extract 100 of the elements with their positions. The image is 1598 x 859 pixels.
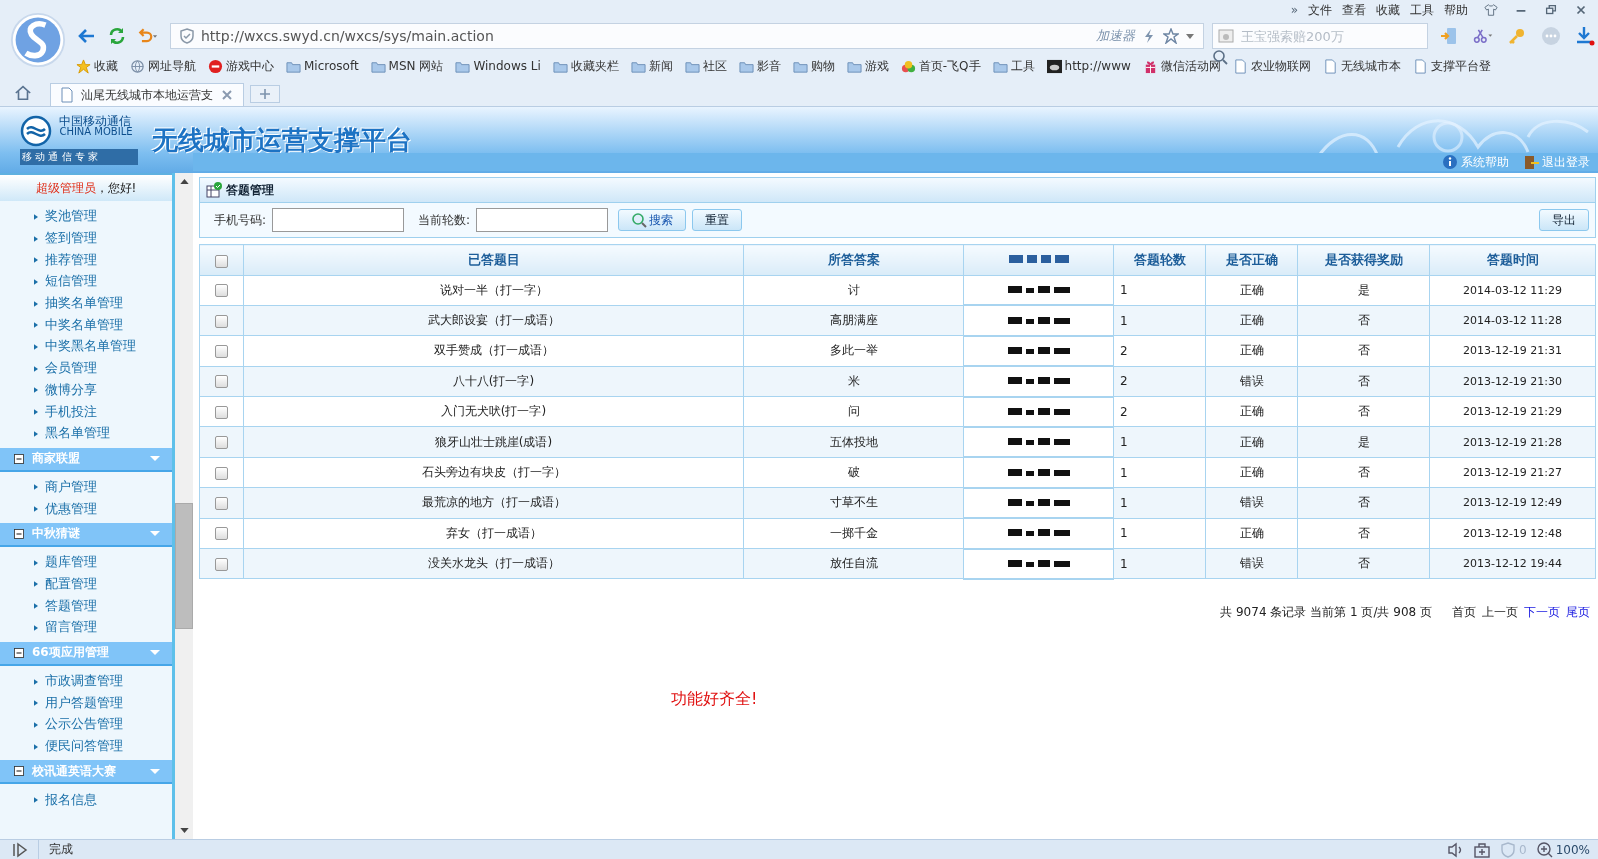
reset-button[interactable]: 重置 xyxy=(692,209,743,231)
more-button[interactable]: » xyxy=(1290,3,1298,17)
scroll-down-icon[interactable] xyxy=(179,828,189,833)
sidebar-toggle-icon[interactable] xyxy=(12,841,28,858)
checkbox[interactable] xyxy=(215,527,228,541)
pagination-link[interactable]: 尾页 xyxy=(1566,603,1590,621)
checkbox[interactable] xyxy=(215,466,228,480)
bookmark-item[interactable]: 游戏 xyxy=(846,57,889,75)
sidebar-item[interactable]: 奖池管理 xyxy=(0,206,172,228)
more-dots-icon[interactable] xyxy=(1541,26,1561,46)
note-text: 功能好齐全! xyxy=(671,688,758,708)
bookmark-item[interactable]: 工具 xyxy=(992,57,1035,75)
restore-icon[interactable] xyxy=(1544,3,1558,17)
input-field[interactable] xyxy=(476,208,609,232)
bookmark-item[interactable]: 网址导航 xyxy=(130,57,196,75)
sidebar-item[interactable]: 签到管理 xyxy=(0,227,172,250)
menu-item[interactable]: 工具 xyxy=(1410,1,1434,19)
sidebar-item[interactable]: 微博分享 xyxy=(0,379,172,402)
sidebar-item[interactable]: 题库管理 xyxy=(0,551,172,574)
bookmark-item[interactable]: 游戏中心 xyxy=(208,57,274,75)
scrollbar[interactable] xyxy=(175,173,193,839)
table-cell: 没关水龙头（打一成语） xyxy=(427,556,560,571)
browser-logo-icon[interactable] xyxy=(10,12,66,68)
sidebar-item[interactable]: 报名信息 xyxy=(0,789,172,812)
page-icon xyxy=(59,87,75,103)
bookmark-item[interactable]: Windows Li xyxy=(455,58,541,74)
input-field[interactable] xyxy=(272,208,405,232)
new-tab-button[interactable] xyxy=(250,85,280,103)
browser-tab[interactable]: 汕尾无线城市本地运营支 xyxy=(50,83,244,106)
table-cell: 五体投地 xyxy=(829,434,878,449)
zoom-level[interactable]: 100% xyxy=(1536,841,1590,858)
sidebar-item[interactable]: 优惠管理 xyxy=(0,498,172,520)
checkbox[interactable] xyxy=(215,254,228,268)
search-button[interactable]: 搜索 xyxy=(618,209,687,231)
bookmark-item[interactable]: 农业物联网 xyxy=(1232,57,1311,75)
sidebar-item[interactable]: 短信管理 xyxy=(0,271,172,293)
checkbox[interactable] xyxy=(215,284,228,298)
sidebar-item[interactable]: 用户答题管理 xyxy=(0,692,172,715)
toolbox-icon[interactable] xyxy=(1474,841,1491,858)
checkbox[interactable] xyxy=(215,557,228,571)
checkbox[interactable] xyxy=(215,496,228,510)
address-bar[interactable]: http://wxcs.swyd.cn/wxcs/sys/main.action 加速器 xyxy=(170,23,1204,49)
sidebar-item[interactable]: 手机投注 xyxy=(0,401,172,423)
search-field[interactable]: 王宝强索赔200万 xyxy=(1212,23,1428,49)
bookmark-item[interactable]: 微信活动网 xyxy=(1142,57,1221,75)
checkbox[interactable] xyxy=(215,375,228,389)
checkbox[interactable] xyxy=(215,436,228,450)
sidebar-item[interactable]: 会员管理 xyxy=(0,357,172,380)
export-button[interactable]: 导出 xyxy=(1539,209,1589,231)
bookmark-item[interactable]: 社区 xyxy=(684,57,727,75)
home-icon[interactable] xyxy=(14,84,32,102)
checkbox[interactable] xyxy=(215,314,228,328)
sidebar-item[interactable]: 市政调查管理 xyxy=(0,670,172,693)
sidebar-item[interactable]: 抽奖名单管理 xyxy=(0,292,172,315)
table-check-icon xyxy=(206,182,222,198)
menu-item[interactable]: 帮助 xyxy=(1444,1,1468,19)
bookmark-item[interactable]: 收藏夹栏 xyxy=(552,57,619,75)
sidebar-item[interactable]: 便民问答管理 xyxy=(0,735,172,758)
shirt-icon[interactable] xyxy=(1484,3,1498,17)
caret-icon[interactable] xyxy=(1185,31,1195,41)
scroll-up-icon[interactable] xyxy=(179,179,189,184)
sidebar-item[interactable]: 答题管理 xyxy=(0,595,172,617)
menu-item[interactable]: 收藏 xyxy=(1376,1,1400,19)
table-cell: 2013-12-19 21:27 xyxy=(1462,466,1563,480)
sidebar-item[interactable]: 商户管理 xyxy=(0,476,172,499)
bookmark-item[interactable]: 首页-飞Q手 xyxy=(900,57,981,75)
bookmark-item[interactable]: MSN 网站 xyxy=(370,57,444,75)
key-icon[interactable] xyxy=(1507,26,1527,46)
menu-item[interactable]: 查看 xyxy=(1342,1,1366,19)
page-icon xyxy=(1322,58,1338,74)
phone-icon[interactable] xyxy=(1439,26,1459,46)
sidebar-item[interactable]: 中奖名单管理 xyxy=(0,314,172,337)
bookmark-item[interactable]: http://www xyxy=(1046,58,1131,74)
checkbox[interactable] xyxy=(215,344,228,358)
sidebar-item[interactable]: 公示公告管理 xyxy=(0,714,172,736)
pagination-link[interactable]: 下一页 xyxy=(1524,603,1560,621)
bookmark-item[interactable]: 无线城市本 xyxy=(1322,57,1401,75)
bookmark-item[interactable]: 影音 xyxy=(738,57,781,75)
table-cell: 2014-03-12 11:28 xyxy=(1462,314,1563,328)
close-icon[interactable] xyxy=(1574,3,1588,17)
bookmark-item[interactable]: Microsoft xyxy=(286,58,359,74)
checkbox[interactable] xyxy=(215,405,228,419)
sidebar-item[interactable]: 推荐管理 xyxy=(0,249,172,272)
table-cell: 正确 xyxy=(1239,404,1264,419)
bullet-icon xyxy=(34,213,38,220)
bullet-icon xyxy=(34,409,38,416)
sidebar-item[interactable]: 黑名单管理 xyxy=(0,422,172,445)
sidebar-item[interactable]: 配置管理 xyxy=(0,573,172,596)
logo-icon xyxy=(20,115,52,147)
sidebar-item[interactable]: 留言管理 xyxy=(0,617,172,639)
bookmark-item[interactable]: 收藏 xyxy=(76,57,118,75)
download-icon[interactable] xyxy=(1575,26,1595,46)
sidebar-item[interactable]: 中奖黑名单管理 xyxy=(0,336,172,358)
star-icon[interactable] xyxy=(1163,28,1179,44)
bookmark-item[interactable]: 购物 xyxy=(792,57,835,75)
bookmark-item[interactable]: 新闻 xyxy=(630,57,673,75)
bookmark-item[interactable]: 支撑平台登 xyxy=(1412,57,1491,75)
table-cell: 1 xyxy=(1120,313,1128,328)
menu-item[interactable]: 文件 xyxy=(1308,1,1332,19)
scroll-thumb[interactable] xyxy=(175,503,193,629)
